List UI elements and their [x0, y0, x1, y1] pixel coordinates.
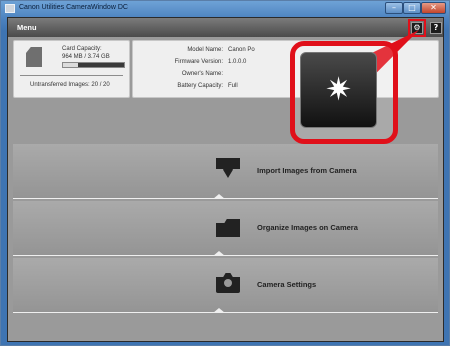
divider — [20, 75, 123, 76]
battery-label: Battery Capacity: — [177, 83, 223, 89]
organize-icon — [216, 219, 240, 237]
card-capacity-bar — [62, 62, 125, 68]
owner-name-label: Owner's Name: — [181, 71, 223, 77]
camera-settings-option[interactable]: Camera Settings — [13, 258, 438, 313]
model-name-value: Canon Po — [228, 47, 255, 53]
memory-card-icon — [26, 47, 42, 67]
settings-button[interactable]: ⚙ — [408, 19, 426, 37]
import-images-label: Import Images from Camera — [257, 166, 357, 175]
battery-value: Full — [228, 83, 238, 89]
menu-title[interactable]: Menu — [17, 23, 37, 32]
close-button[interactable]: ✕ — [421, 2, 446, 14]
divider — [13, 198, 438, 199]
untransferred-images: Untransferred Images: 20 / 20 — [30, 82, 110, 88]
model-name-label: Model Name: — [187, 47, 223, 53]
notch — [213, 308, 225, 313]
app-window: Canon Utilities CameraWindow DC – □ ✕ Me… — [0, 0, 450, 346]
organize-images-option[interactable]: Organize Images on Camera — [13, 201, 438, 256]
settings-callout-button: ✷ — [300, 52, 377, 128]
divider — [13, 255, 438, 256]
help-button[interactable]: ? — [430, 22, 442, 34]
minimize-button[interactable]: – — [385, 2, 403, 14]
card-capacity-fill — [63, 63, 79, 67]
import-images-option[interactable]: Import Images from Camera — [13, 144, 438, 199]
firmware-value: 1.0.0.0 — [228, 59, 247, 65]
camera-icon — [216, 273, 240, 293]
divider — [13, 312, 438, 313]
gear-icon: ⚙ — [413, 23, 421, 32]
firmware-label: Firmware Version: — [174, 59, 223, 65]
gear-icon: ✷ — [325, 70, 352, 108]
client-area: Menu ⚙ ? Card Capacity: 964 MB / 3.74 GB… — [7, 17, 444, 342]
notch — [213, 194, 225, 199]
card-capacity-label: Card Capacity: — [62, 46, 102, 52]
notch — [213, 251, 225, 256]
organize-images-label: Organize Images on Camera — [257, 223, 358, 232]
menu-bar: Menu ⚙ ? — [8, 18, 443, 37]
card-capacity-panel: Card Capacity: 964 MB / 3.74 GB Untransf… — [13, 40, 130, 98]
import-icon — [216, 158, 240, 178]
app-icon — [5, 4, 15, 13]
card-capacity-value: 964 MB / 3.74 GB — [62, 54, 110, 60]
maximize-button[interactable]: □ — [403, 2, 421, 14]
title-bar: Canon Utilities CameraWindow DC – □ ✕ — [1, 1, 449, 17]
camera-settings-label: Camera Settings — [257, 280, 317, 289]
window-title: Canon Utilities CameraWindow DC — [19, 4, 128, 11]
